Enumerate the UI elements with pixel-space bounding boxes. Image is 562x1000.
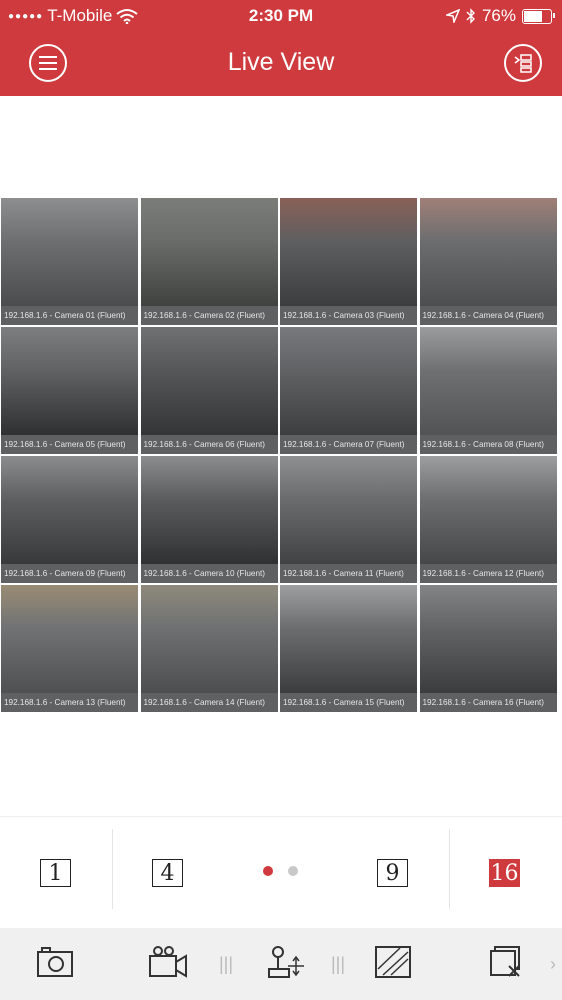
camera-feed — [140, 456, 278, 564]
camera-tile[interactable]: 192.168.1.6 - Camera 14 (Fluent) — [140, 585, 278, 712]
video-record-icon[interactable] — [148, 944, 188, 980]
page-dot-active[interactable] — [263, 866, 273, 876]
camera-feed — [1, 585, 138, 693]
camera-label: 192.168.1.6 - Camera 05 (Fluent) — [1, 435, 138, 454]
device-list-button[interactable] — [504, 44, 542, 82]
camera-tile[interactable]: 192.168.1.6 - Camera 03 (Fluent) — [280, 198, 417, 325]
camera-label: 192.168.1.6 - Camera 06 (Fluent) — [140, 435, 278, 454]
camera-label: 192.168.1.6 - Camera 14 (Fluent) — [140, 693, 278, 712]
camera-label: 192.168.1.6 - Camera 16 (Fluent) — [419, 693, 557, 712]
camera-feed — [140, 327, 278, 435]
image-quality-icon[interactable] — [373, 944, 413, 980]
camera-label: 192.168.1.6 - Camera 01 (Fluent) — [1, 306, 138, 325]
camera-feed — [280, 327, 417, 435]
chevron-right-icon[interactable]: › — [550, 954, 556, 975]
divider — [449, 829, 450, 909]
toolbar-separator: ||| — [331, 954, 346, 974]
ptz-joystick-icon[interactable] — [266, 944, 306, 980]
camera-tile[interactable]: 192.168.1.6 - Camera 08 (Fluent) — [419, 327, 557, 454]
camera-feed — [1, 327, 138, 435]
camera-tile[interactable]: 192.168.1.6 - Camera 12 (Fluent) — [419, 456, 557, 583]
camera-tile[interactable]: 192.168.1.6 - Camera 02 (Fluent) — [140, 198, 278, 325]
camera-label: 192.168.1.6 - Camera 15 (Fluent) — [280, 693, 417, 712]
layout-4-button[interactable]: 4 — [152, 859, 183, 887]
camera-feed — [140, 585, 278, 693]
camera-grid: 192.168.1.6 - Camera 01 (Fluent) 192.168.… — [1, 198, 561, 714]
camera-feed — [140, 198, 278, 306]
layout-9-button[interactable]: 9 — [377, 859, 408, 887]
camera-label: 192.168.1.6 - Camera 10 (Fluent) — [140, 564, 278, 583]
carrier-name: T-Mobile — [47, 6, 113, 25]
camera-tile[interactable]: 192.168.1.6 - Camera 01 (Fluent) — [1, 198, 138, 325]
camera-feed — [1, 456, 138, 564]
layout-selector: 1 4 9 16 — [0, 816, 562, 929]
camera-tile[interactable]: 192.168.1.6 - Camera 11 (Fluent) — [280, 456, 417, 583]
camera-label: 192.168.1.6 - Camera 04 (Fluent) — [419, 306, 557, 325]
camera-label: 192.168.1.6 - Camera 09 (Fluent) — [1, 564, 138, 583]
camera-label: 192.168.1.6 - Camera 08 (Fluent) — [419, 435, 557, 454]
divider — [112, 829, 113, 909]
status-right: 76% — [445, 6, 555, 26]
camera-label: 192.168.1.6 - Camera 11 (Fluent) — [280, 564, 417, 583]
camera-feed — [280, 198, 417, 306]
app-header: ●●●●● T-Mobile 2:30 PM 76% Live View — [0, 0, 562, 96]
camera-tile[interactable]: 192.168.1.6 - Camera 16 (Fluent) — [419, 585, 557, 712]
bluetooth-icon — [466, 8, 475, 24]
carrier: ●●●●● T-Mobile — [8, 6, 139, 26]
battery-percent: 76% — [481, 6, 516, 25]
camera-tile[interactable]: 192.168.1.6 - Camera 09 (Fluent) — [1, 456, 138, 583]
battery-icon — [522, 8, 555, 24]
layout-16-button[interactable]: 16 — [489, 859, 520, 887]
layout-1-button[interactable]: 1 — [40, 859, 71, 887]
toolbar-separator: ||| — [219, 954, 234, 974]
camera-tile[interactable]: 192.168.1.6 - Camera 05 (Fluent) — [1, 327, 138, 454]
camera-feed — [419, 198, 557, 306]
camera-label: 192.168.1.6 - Camera 07 (Fluent) — [280, 435, 417, 454]
camera-tile[interactable]: 192.168.1.6 - Camera 06 (Fluent) — [140, 327, 278, 454]
camera-feed — [280, 456, 417, 564]
camera-feed — [419, 327, 557, 435]
close-all-icon[interactable] — [487, 944, 527, 980]
camera-label: 192.168.1.6 - Camera 03 (Fluent) — [280, 306, 417, 325]
camera-tile[interactable]: 192.168.1.6 - Camera 10 (Fluent) — [140, 456, 278, 583]
camera-snapshot-icon[interactable] — [36, 944, 76, 980]
camera-label: 192.168.1.6 - Camera 12 (Fluent) — [419, 564, 557, 583]
bottom-toolbar: ||| ||| › — [0, 928, 562, 1000]
camera-label: 192.168.1.6 - Camera 02 (Fluent) — [140, 306, 278, 325]
camera-tile[interactable]: 192.168.1.6 - Camera 13 (Fluent) — [1, 585, 138, 712]
camera-tile[interactable]: 192.168.1.6 - Camera 07 (Fluent) — [280, 327, 417, 454]
page-title: Live View — [227, 48, 335, 76]
camera-feed — [419, 456, 557, 564]
camera-tile[interactable]: 192.168.1.6 - Camera 15 (Fluent) — [280, 585, 417, 712]
camera-tile[interactable]: 192.168.1.6 - Camera 04 (Fluent) — [419, 198, 557, 325]
camera-label: 192.168.1.6 - Camera 13 (Fluent) — [1, 693, 138, 712]
device-list-icon — [514, 54, 532, 73]
battery-fill — [524, 10, 543, 22]
camera-feed — [1, 198, 138, 306]
status-bar: ●●●●● T-Mobile 2:30 PM 76% — [0, 0, 562, 32]
wifi-icon — [116, 9, 139, 24]
location-icon — [445, 9, 460, 23]
signal-icon: ●●●●● — [8, 10, 44, 22]
camera-feed — [280, 585, 417, 693]
page-dot[interactable] — [288, 866, 298, 876]
camera-feed — [419, 585, 557, 693]
